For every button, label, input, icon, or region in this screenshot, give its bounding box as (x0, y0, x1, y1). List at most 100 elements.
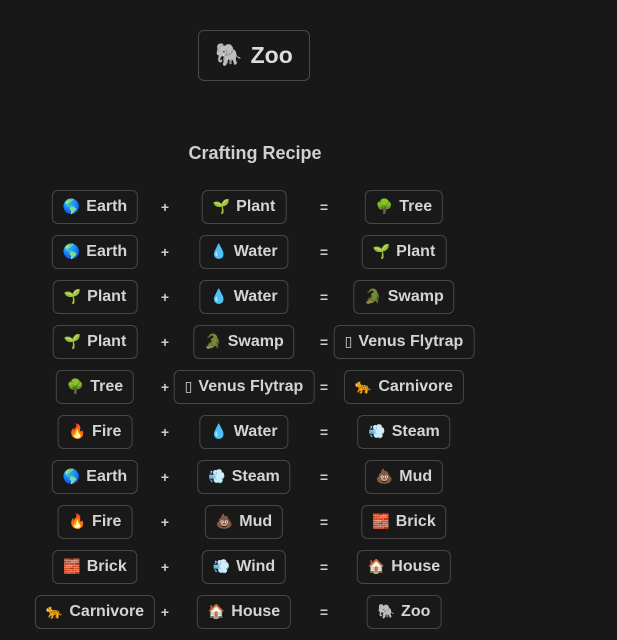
ingredient-b-chip[interactable]: 💨 Steam (197, 460, 291, 494)
ingredient-a-chip[interactable]: 🔥 Fire (57, 505, 133, 539)
plus-sign: + (160, 244, 170, 260)
element-label: Fire (92, 513, 122, 530)
element-emoji-icon: ▯ (344, 334, 353, 350)
result-chip[interactable]: 🌳 Tree (364, 190, 444, 224)
ingredient-b-chip[interactable]: 💨 Wind (201, 550, 287, 584)
recipe-list: 🌎 Earth + 🌱 Plant = 🌳 Tree 🌎 Earth + 💧 Water = 🌱 Plant 🌱… (0, 190, 510, 640)
ingredient-b-chip[interactable]: 💧 Water (199, 415, 289, 449)
element-emoji-icon: 🏠 (207, 604, 226, 620)
element-label: Earth (86, 468, 128, 485)
result-chip[interactable]: 🌱 Plant (361, 235, 447, 269)
ingredient-a-chip[interactable]: 🌱 Plant (52, 325, 138, 359)
result-chip[interactable]: 🐊 Swamp (353, 280, 455, 314)
element-label: Swamp (387, 288, 444, 305)
target-element-label: Zoo (250, 42, 293, 68)
element-emoji-icon: 🌳 (375, 199, 394, 215)
element-emoji-icon: 🌱 (372, 244, 391, 260)
result-chip[interactable]: 🐘 Zoo (366, 595, 442, 629)
element-emoji-icon: 🌎 (62, 199, 81, 215)
element-emoji-icon: ▯ (184, 379, 193, 395)
result-chip[interactable]: ▯ Venus Flytrap (333, 325, 475, 359)
ingredient-b-chip[interactable]: 💧 Water (199, 235, 289, 269)
target-element-chip[interactable]: 🐘 Zoo (198, 30, 310, 81)
equals-sign: = (319, 289, 329, 305)
recipe-row: 🌎 Earth + 💨 Steam = 💩 Mud (0, 460, 510, 505)
element-label: Plant (396, 243, 436, 260)
ingredient-b-chip[interactable]: 🐊 Swamp (193, 325, 295, 359)
equals-sign: = (319, 469, 329, 485)
ingredient-a-chip[interactable]: 🌎 Earth (51, 235, 139, 269)
ingredient-a-chip[interactable]: 🔥 Fire (57, 415, 133, 449)
plus-sign: + (160, 514, 170, 530)
element-label: Steam (231, 468, 280, 485)
element-label: Fire (92, 423, 122, 440)
element-emoji-icon: 💧 (210, 424, 228, 440)
element-emoji-icon: 💧 (210, 289, 228, 305)
element-label: Brick (86, 558, 127, 575)
plus-sign: + (160, 604, 170, 620)
element-emoji-icon: 💨 (368, 424, 386, 440)
equals-sign: = (319, 559, 329, 575)
ingredient-b-chip[interactable]: 💧 Water (199, 280, 289, 314)
ingredient-a-chip[interactable]: 🌳 Tree (55, 370, 135, 404)
plus-sign: + (160, 559, 170, 575)
element-label: Zoo (401, 603, 431, 620)
element-label: Carnivore (69, 603, 145, 620)
recipe-row: 🌳 Tree + ▯ Venus Flytrap = 🐆 Carnivore (0, 370, 510, 415)
element-emoji-icon: 🌎 (62, 244, 81, 260)
equals-sign: = (319, 424, 329, 440)
element-label: Carnivore (378, 378, 454, 395)
result-chip[interactable]: 🏠 House (356, 550, 452, 584)
element-emoji-icon: 🏠 (367, 559, 386, 575)
recipe-row: 🐆 Carnivore + 🏠 House = 🐘 Zoo (0, 595, 510, 640)
element-label: Mud (239, 513, 273, 530)
plus-sign: + (160, 289, 170, 305)
equals-sign: = (319, 604, 329, 620)
recipe-row: 🌎 Earth + 💧 Water = 🌱 Plant (0, 235, 510, 280)
element-emoji-icon: 🌱 (63, 289, 82, 305)
result-chip[interactable]: 🧱 Brick (361, 505, 447, 539)
element-label: Earth (86, 243, 128, 260)
recipe-row: 🌱 Plant + 🐊 Swamp = ▯ Venus Flytrap (0, 325, 510, 370)
element-label: Plant (236, 198, 276, 215)
element-label: Water (233, 288, 278, 305)
plus-sign: + (160, 199, 170, 215)
element-emoji-icon: 🔥 (68, 514, 87, 530)
element-label: Venus Flytrap (358, 333, 464, 350)
element-label: Mud (399, 468, 433, 485)
element-label: Water (233, 423, 278, 440)
element-label: Tree (399, 198, 433, 215)
element-emoji-icon: 🔥 (68, 424, 87, 440)
element-label: Plant (87, 333, 127, 350)
element-emoji-icon: 💩 (215, 514, 234, 530)
ingredient-b-chip[interactable]: 🏠 House (196, 595, 292, 629)
ingredient-a-chip[interactable]: 🌎 Earth (51, 190, 139, 224)
element-emoji-icon: 🌳 (66, 379, 85, 395)
element-label: Brick (395, 513, 436, 530)
ingredient-a-chip[interactable]: 🧱 Brick (52, 550, 138, 584)
element-emoji-icon: 💨 (212, 559, 231, 575)
ingredient-a-chip[interactable]: 🌱 Plant (52, 280, 138, 314)
element-label: Steam (391, 423, 440, 440)
equals-sign: = (319, 514, 329, 530)
element-label: Plant (87, 288, 127, 305)
element-label: Venus Flytrap (198, 378, 304, 395)
element-label: House (231, 603, 281, 620)
ingredient-b-chip[interactable]: 🌱 Plant (201, 190, 287, 224)
element-emoji-icon: 🧱 (63, 559, 81, 575)
ingredient-b-chip[interactable]: ▯ Venus Flytrap (173, 370, 315, 404)
ingredient-a-chip[interactable]: 🌎 Earth (51, 460, 139, 494)
element-emoji-icon: 💩 (375, 469, 394, 485)
result-chip[interactable]: 💨 Steam (357, 415, 451, 449)
recipe-row: 🌱 Plant + 💧 Water = 🐊 Swamp (0, 280, 510, 325)
result-chip[interactable]: 💩 Mud (364, 460, 444, 494)
result-chip[interactable]: 🐆 Carnivore (343, 370, 465, 404)
equals-sign: = (319, 334, 329, 350)
recipe-row: 🧱 Brick + 💨 Wind = 🏠 House (0, 550, 510, 595)
equals-sign: = (319, 199, 329, 215)
ingredient-b-chip[interactable]: 💩 Mud (204, 505, 284, 539)
crafting-recipe-heading: Crafting Recipe (188, 143, 322, 163)
ingredient-a-chip[interactable]: 🐆 Carnivore (34, 595, 156, 629)
element-label: Tree (90, 378, 124, 395)
recipe-row: 🔥 Fire + 💩 Mud = 🧱 Brick (0, 505, 510, 550)
